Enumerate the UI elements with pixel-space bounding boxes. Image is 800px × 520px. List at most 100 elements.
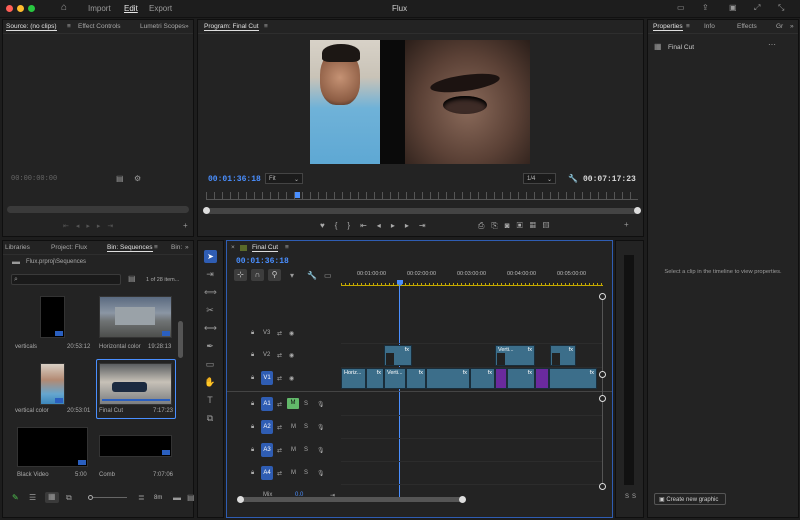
quick-export-icon[interactable]: ⤢ <box>754 4 760 12</box>
v2-clip[interactable]: fx <box>550 345 576 366</box>
tab-effect-controls[interactable]: Effect Controls <box>78 23 121 30</box>
a2-target-button[interactable]: A2 <box>261 420 273 434</box>
v1-clip[interactable]: Verti... <box>384 368 406 389</box>
thumb-verticals[interactable] <box>40 296 65 338</box>
new-item-icon[interactable]: ▤ <box>187 494 195 502</box>
hscroll-handle-left[interactable] <box>237 496 244 503</box>
a3-mute-button[interactable]: M <box>291 447 296 453</box>
pen-icon[interactable]: ✎ <box>12 494 19 502</box>
a1-sync-icon[interactable]: ⇄ <box>277 401 282 408</box>
program-video-frame[interactable] <box>310 40 530 164</box>
fit-dropdown[interactable]: Fit ⌄ <box>265 173 303 184</box>
source-scrollbar[interactable] <box>7 206 189 213</box>
bin-scrollbar[interactable] <box>178 321 183 358</box>
timeline-hscroll[interactable] <box>237 496 466 503</box>
tab-libraries[interactable]: Libraries <box>5 244 30 251</box>
program-edit-controls[interactable]: ⎙⎘◙▣▦▨ <box>478 221 556 231</box>
snap-icon[interactable]: ∩ <box>251 269 264 281</box>
item-name[interactable]: Comb <box>99 472 115 478</box>
a1-lock-icon[interactable]: 🔒︎ <box>251 401 254 408</box>
item-name[interactable]: Horizontal color <box>99 344 141 350</box>
thumb-horizontal-color[interactable] <box>99 296 172 338</box>
close-window-button[interactable] <box>6 5 13 12</box>
type-tool-icon[interactable]: T <box>204 394 216 406</box>
a4-lock-icon[interactable]: 🔒︎ <box>251 470 254 477</box>
vscroll-handle-audio-top[interactable] <box>599 395 606 402</box>
vscroll-handle-top[interactable] <box>599 293 606 300</box>
wrench-icon[interactable]: 🔧 <box>568 175 578 183</box>
v2-eye-icon[interactable]: ◉ <box>289 352 294 359</box>
a3-target-button[interactable]: A3 <box>261 443 273 457</box>
v1-clip-purple[interactable] <box>495 368 507 389</box>
tab-source[interactable]: Source: (no clips) <box>6 23 57 31</box>
v3-lock-icon[interactable]: 🔒︎ <box>251 330 254 337</box>
v2-clip[interactable]: Verti... fx <box>495 345 535 366</box>
program-playhead[interactable] <box>295 192 300 198</box>
v3-sync-icon[interactable]: ⇄ <box>277 330 282 337</box>
a3-mic-icon[interactable]: 🎙︎ <box>317 447 325 454</box>
meter-solo-right[interactable]: S <box>632 494 636 500</box>
timeline-settings-icon[interactable]: 🔧 <box>307 272 317 280</box>
v2-lock-icon[interactable]: 🔒︎ <box>251 352 254 359</box>
progress-icon[interactable]: ▣ <box>729 4 737 12</box>
program-current-timecode[interactable]: 00:01:36:18 <box>208 175 261 184</box>
share-icon[interactable]: ⇪ <box>702 4 709 12</box>
tab-properties[interactable]: Properties <box>653 23 683 31</box>
tab-final-cut[interactable]: Final Cut <box>252 244 279 252</box>
pen-tool-icon[interactable]: ✒ <box>204 340 216 352</box>
resolution-dropdown[interactable]: 1/4 ⌄ <box>523 173 556 184</box>
close-tab-icon[interactable]: × <box>231 244 235 251</box>
more-tabs-icon-project[interactable]: » <box>185 244 189 251</box>
minimize-window-button[interactable] <box>17 5 24 12</box>
maximize-window-button[interactable] <box>28 5 35 12</box>
razor-tool-icon[interactable]: ✂ <box>204 304 216 316</box>
linked-selection-icon[interactable]: ⚲ <box>268 269 281 281</box>
ripple-edit-tool-icon[interactable]: ⟺ <box>204 286 217 298</box>
more-tabs-icon[interactable]: » <box>185 23 189 30</box>
bin-search-input[interactable]: ⌕ <box>11 274 121 285</box>
timeline-timecode[interactable]: 00:01:36:18 <box>236 257 289 266</box>
tab-effects[interactable]: Effects <box>737 23 757 30</box>
edit-menu[interactable]: Edit <box>124 4 138 13</box>
hscroll-handle-right[interactable] <box>459 496 466 503</box>
item-name[interactable]: Final Cut <box>99 408 123 414</box>
new-bin-icon[interactable]: ▤ <box>128 275 136 283</box>
v1-clip-purple[interactable] <box>535 368 549 389</box>
v2-sync-icon[interactable]: ⇄ <box>277 352 282 359</box>
icon-view-button[interactable]: ▦ <box>45 492 59 503</box>
program-add-icon[interactable]: + <box>624 221 629 229</box>
item-name[interactable]: Black Video <box>17 472 49 478</box>
a1-mic-icon[interactable]: 🎙︎ <box>317 401 325 408</box>
v1-clip[interactable]: Horiz... <box>341 368 366 389</box>
fullscreen-icon[interactable]: ⤡ <box>778 4 784 12</box>
nest-icon[interactable]: ⊹ <box>234 269 247 281</box>
a2-lock-icon[interactable]: 🔒︎ <box>251 424 254 431</box>
a3-sync-icon[interactable]: ⇄ <box>277 447 282 454</box>
properties-menu-icon[interactable]: ≡ <box>686 23 690 30</box>
a1-target-button[interactable]: A1 <box>261 397 273 411</box>
source-add-icon[interactable]: + <box>183 222 188 230</box>
a2-sync-icon[interactable]: ⇄ <box>277 424 282 431</box>
a4-mic-icon[interactable]: 🎙︎ <box>317 470 325 477</box>
thumb-black-video[interactable] <box>17 427 88 467</box>
more-options-icon[interactable]: ⋯ <box>768 41 776 49</box>
tab-project[interactable]: Project: Flux <box>51 244 87 251</box>
v2-clip[interactable]: fx <box>384 345 412 366</box>
a2-solo-button[interactable]: S <box>304 424 308 430</box>
v1-clip[interactable]: fx <box>426 368 470 389</box>
work-area-bar[interactable] <box>341 283 603 286</box>
thumb-comb[interactable] <box>99 435 172 457</box>
sort-icon[interactable]: ≣ <box>138 494 145 502</box>
tab-bin-other[interactable]: Bin: <box>171 244 182 251</box>
a1-solo-button[interactable]: S <box>304 401 308 407</box>
export-menu[interactable]: Export <box>149 4 172 13</box>
new-folder-icon[interactable]: ▬ <box>173 494 181 502</box>
rectangle-tool-icon[interactable]: ▭ <box>204 358 216 370</box>
marker-icon[interactable]: ▤ <box>116 175 124 183</box>
tab-graphics[interactable]: Gr <box>776 23 783 30</box>
zoom-slider-track[interactable] <box>93 497 127 498</box>
tab-info[interactable]: Info <box>704 23 715 30</box>
source-menu-icon[interactable]: ≡ <box>67 23 71 30</box>
a2-mute-button[interactable]: M <box>291 424 296 430</box>
program-zoom-bar[interactable] <box>203 207 641 214</box>
